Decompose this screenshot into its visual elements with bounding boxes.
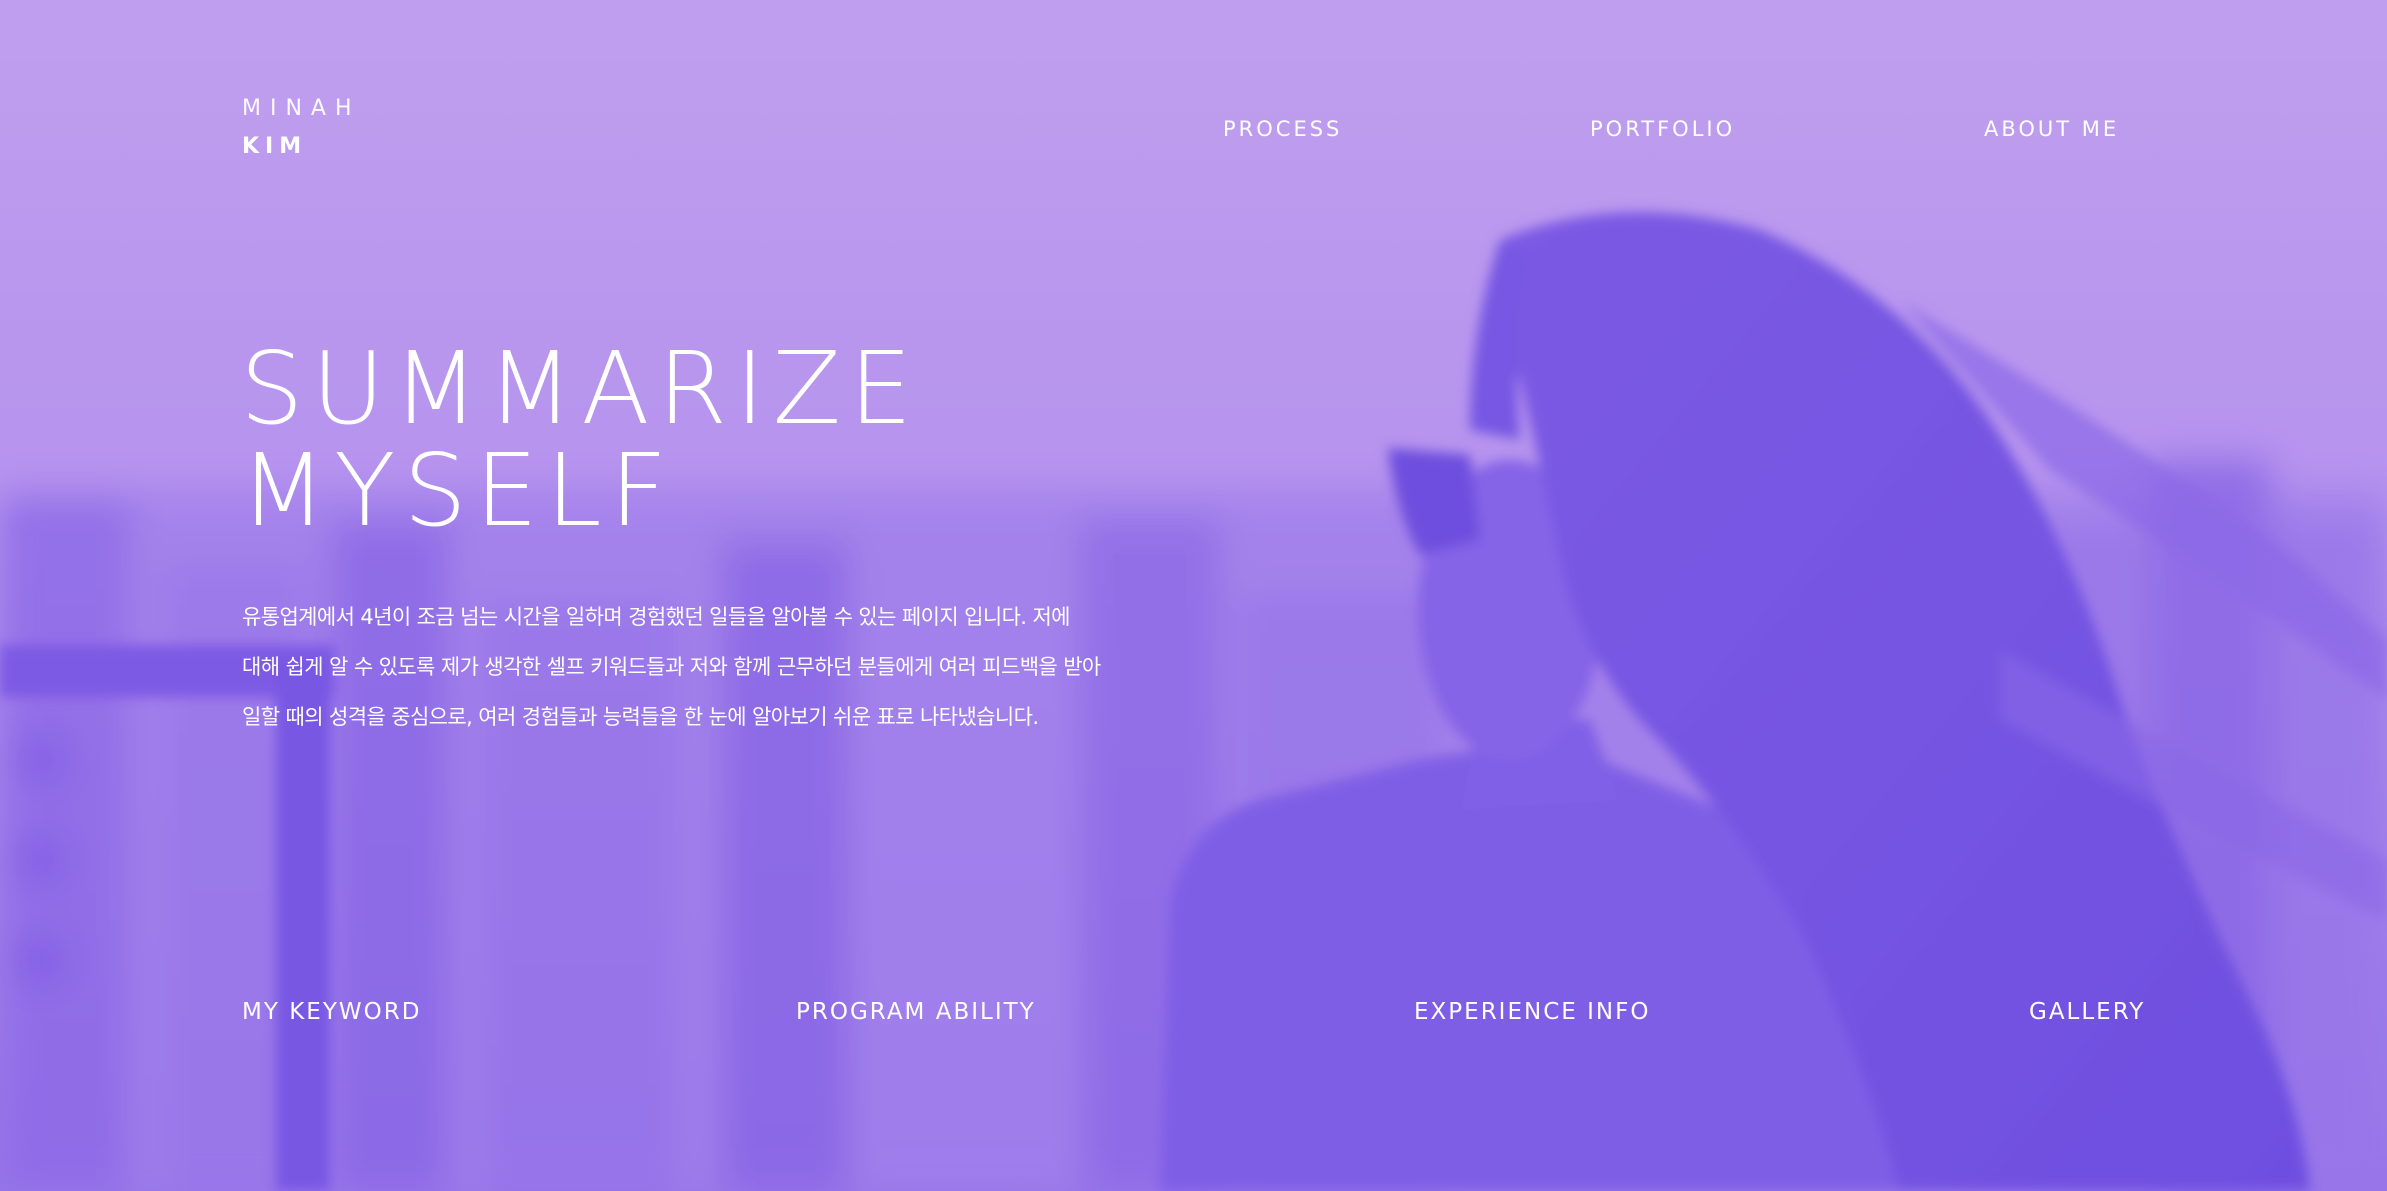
hero-title-line1: SUMMARIZE: [240, 330, 921, 447]
logo-first-name: MINAH: [242, 96, 361, 121]
logo[interactable]: MINAH KIM: [242, 96, 361, 160]
nav-link-portfolio[interactable]: PORTFOLIO: [1590, 116, 1735, 142]
hero-title-line2: MYSELF: [240, 432, 676, 549]
nav-link-process[interactable]: PROCESS: [1223, 116, 1342, 142]
bottom-link-gallery[interactable]: GALLERY: [2029, 998, 2145, 1026]
hero-page: MINAH KIM PROCESS PORTFOLIO ABOUT ME SUM…: [0, 0, 2387, 1191]
hero-title: SUMMARIZE MYSELF: [240, 338, 920, 542]
bottom-link-my-keyword[interactable]: MY KEYWORD: [242, 998, 421, 1026]
hero-description: 유통업계에서 4년이 조금 넘는 시간을 일하며 경험했던 일들을 알아볼 수 …: [242, 605, 1101, 729]
logo-last-name: KIM: [242, 134, 308, 159]
nav-link-about-me[interactable]: ABOUT ME: [1984, 116, 2119, 142]
bottom-link-experience-info[interactable]: EXPERIENCE INFO: [1414, 998, 1650, 1026]
bottom-link-program-ability[interactable]: PROGRAM ABILITY: [796, 998, 1036, 1026]
